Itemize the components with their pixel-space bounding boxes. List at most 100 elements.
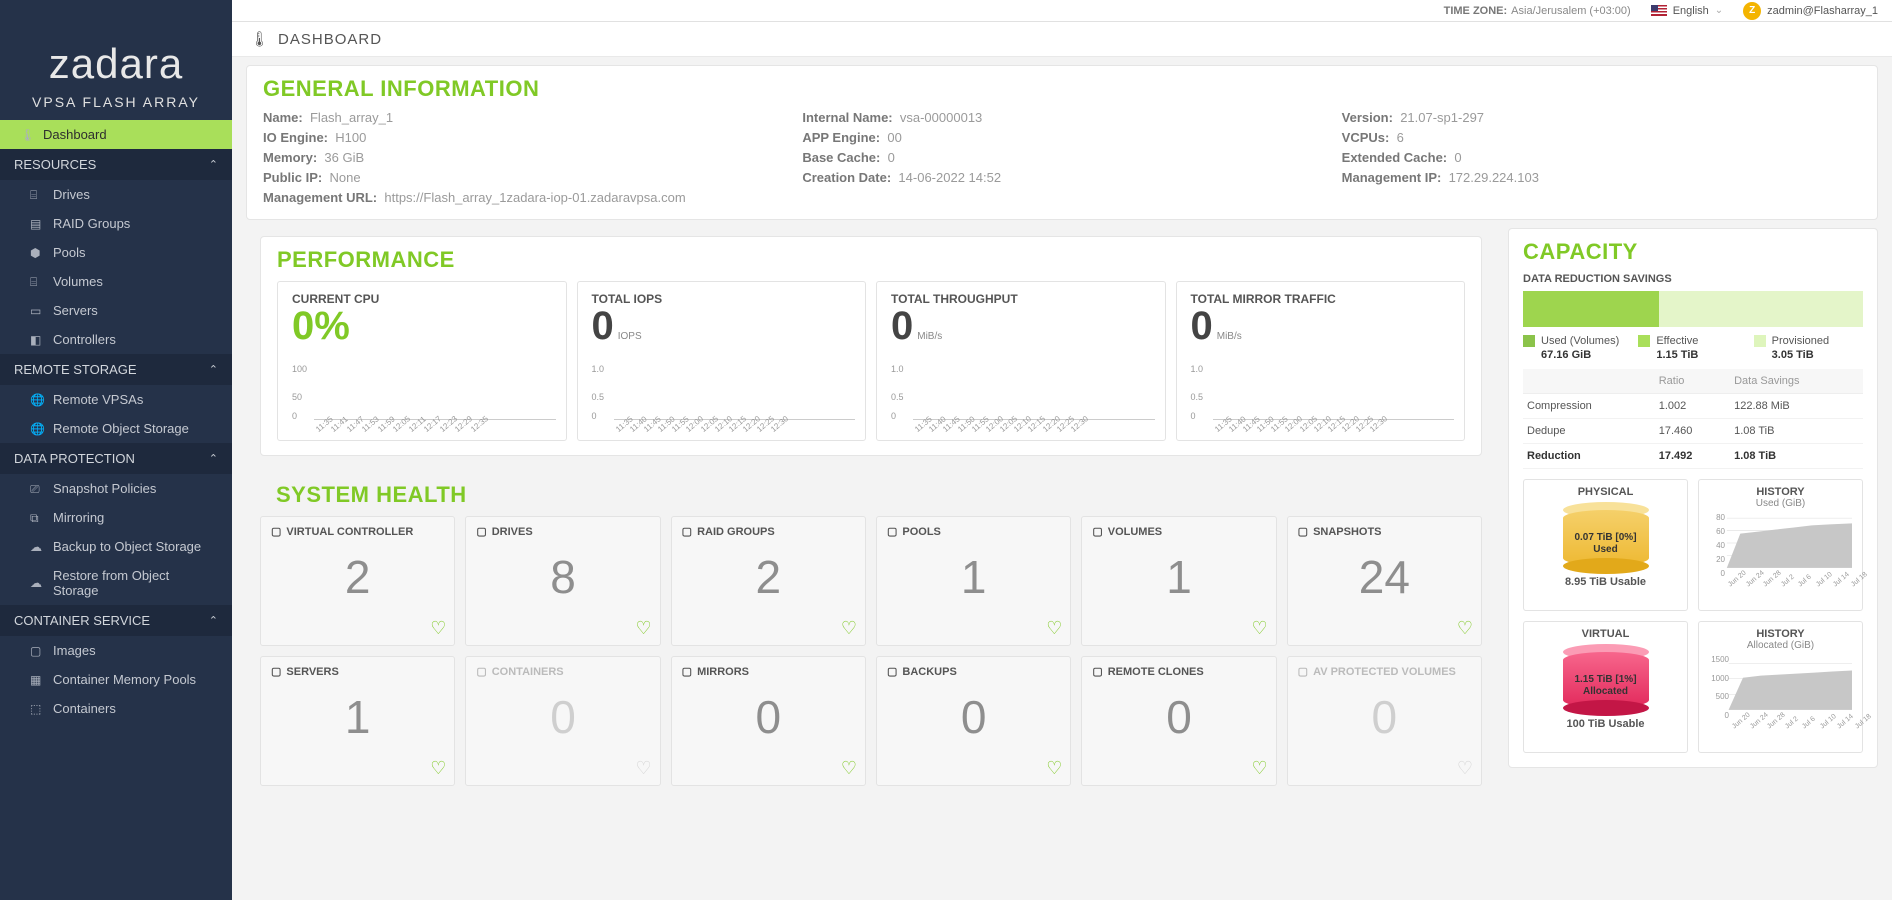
health-card-9[interactable]: ▢ BACKUPS 0 ♡ <box>876 656 1071 786</box>
health-value: 0 <box>682 690 855 744</box>
nav-raid[interactable]: ▤RAID Groups <box>0 209 232 238</box>
ratio-ratio: 1.002 <box>1655 394 1730 419</box>
nav-section-resources[interactable]: RESOURCES ⌃ <box>0 149 232 180</box>
nav-servers[interactable]: ▭Servers <box>0 296 232 325</box>
ytick: 20 <box>1716 555 1725 564</box>
health-title: ▢ POOLS <box>887 525 1060 538</box>
virtual-card[interactable]: VIRTUAL 1.15 TiB [1%]Allocated 100 TiB U… <box>1523 621 1688 753</box>
nav-remote-obj[interactable]: 🌐Remote Object Storage <box>0 414 232 443</box>
nav-section-dataprot[interactable]: DATA PROTECTION⌃ <box>0 443 232 474</box>
health-card-8[interactable]: ▢ MIRRORS 0 ♡ <box>671 656 866 786</box>
brand: zadara <box>0 40 232 88</box>
health-title: ▢ AV PROTECTED VOLUMES <box>1298 665 1471 678</box>
performance-card: PERFORMANCE CURRENT CPU 0% 100 50 0 11:3… <box>260 236 1482 456</box>
logo-block: zadara VPSA FLASH ARRAY <box>0 0 232 120</box>
timezone-display: TIME ZONE: Asia/Jerusalem (+03:00) <box>1444 5 1631 17</box>
legend-name: Provisioned <box>1772 335 1829 347</box>
health-card-10[interactable]: ▢ REMOTE CLONES 0 ♡ <box>1081 656 1276 786</box>
ratio-ratio: 17.492 <box>1655 444 1730 469</box>
nav-section-container[interactable]: CONTAINER SERVICE⌃ <box>0 605 232 636</box>
chevron-up-icon: ⌃ <box>209 158 218 171</box>
health-card-2[interactable]: ▢ RAID GROUPS 2 ♡ <box>671 516 866 646</box>
virtual-sub: 100 TiB Usable <box>1530 718 1681 730</box>
heart-icon: ♡ <box>1252 758 1268 779</box>
nav-drives[interactable]: ⌸Drives <box>0 180 232 209</box>
health-card-3[interactable]: ▢ POOLS 1 ♡ <box>876 516 1071 646</box>
nav-snapshot-policies[interactable]: ⎚Snapshot Policies <box>0 474 232 503</box>
nav-section-remote[interactable]: REMOTE STORAGE ⌃ <box>0 354 232 385</box>
nav-images[interactable]: ▢Images <box>0 636 232 665</box>
ytick: 50 <box>292 392 302 402</box>
physical-label1: 0.07 TiB [0%] <box>1574 532 1636 543</box>
globe-icon: 🌐 <box>30 422 44 436</box>
perf-card-3[interactable]: TOTAL MIRROR TRAFFIC 0MiB/s 1.0 0.5 0 11… <box>1176 281 1466 441</box>
history-alloc-card[interactable]: HISTORY Allocated (GiB) 150010005000 Jun… <box>1698 621 1863 753</box>
legend-name: Used (Volumes) <box>1541 335 1619 347</box>
physical-card[interactable]: PHYSICAL 0.07 TiB [0%]Used 8.95 TiB Usab… <box>1523 479 1688 611</box>
user-menu[interactable]: Z zadmin@Flasharray_1 <box>1743 2 1878 20</box>
health-card-7[interactable]: ▢ CONTAINERS 0 ♡ <box>465 656 660 786</box>
chevron-down-icon: ⌄ <box>1715 5 1723 16</box>
pool-icon: ⬢ <box>30 246 44 260</box>
perf-value: 0 <box>891 304 913 348</box>
hist1-title: HISTORY <box>1705 486 1856 498</box>
nav-cmp[interactable]: ▦Container Memory Pools <box>0 665 232 694</box>
nav-backup-os[interactable]: ☁Backup to Object Storage <box>0 532 232 561</box>
heart-icon: ♡ <box>841 618 857 639</box>
tile-icon: ▢ <box>1092 525 1102 538</box>
chevron-up-icon: ⌃ <box>209 452 218 465</box>
xtick: Jul 6 <box>1797 573 1813 588</box>
nav-dashboard[interactable]: 🌡 Dashboard <box>0 120 232 149</box>
nav-restore-os[interactable]: ☁Restore from Object Storage <box>0 561 232 605</box>
legend-value: 1.15 TiB <box>1656 349 1747 361</box>
health-card-6[interactable]: ▢ SERVERS 1 ♡ <box>260 656 455 786</box>
nav-remote-vpsas[interactable]: 🌐Remote VPSAs <box>0 385 232 414</box>
tile-icon: ▢ <box>1092 665 1102 678</box>
health-title: ▢ CONTAINERS <box>476 665 649 678</box>
nav-pools[interactable]: ⬢Pools <box>0 238 232 267</box>
health-card-11[interactable]: ▢ AV PROTECTED VOLUMES 0 ♡ <box>1287 656 1482 786</box>
perf-card-2[interactable]: TOTAL THROUGHPUT 0MiB/s 1.0 0.5 0 11:351… <box>876 281 1166 441</box>
ytick: 1500 <box>1711 655 1729 664</box>
nav-section-resources-label: RESOURCES <box>14 157 96 172</box>
virtual-cylinder-icon: 1.15 TiB [1%]Allocated <box>1563 644 1649 716</box>
health-card-5[interactable]: ▢ SNAPSHOTS 24 ♡ <box>1287 516 1482 646</box>
health-card-1[interactable]: ▢ DRIVES 8 ♡ <box>465 516 660 646</box>
nav-section-container-label: CONTAINER SERVICE <box>14 613 150 628</box>
physical-sub: 8.95 TiB Usable <box>1530 576 1681 588</box>
gi-io-label: IO Engine: <box>263 130 328 145</box>
gi-extcache-value: 0 <box>1454 150 1461 165</box>
language-selector[interactable]: English ⌄ <box>1651 5 1723 17</box>
health-card-0[interactable]: ▢ VIRTUAL CONTROLLER 2 ♡ <box>260 516 455 646</box>
nav-snap-pol-label: Snapshot Policies <box>53 481 156 496</box>
perf-chart: 100 50 0 11:3511:4111:4711:5311:5912:051… <box>292 364 556 436</box>
ytick: 1.0 <box>592 364 605 374</box>
nav-section-remote-label: REMOTE STORAGE <box>14 362 137 377</box>
gi-cdate-label: Creation Date: <box>802 170 891 185</box>
globe-icon: 🌐 <box>30 393 44 407</box>
health-card-4[interactable]: ▢ VOLUMES 1 ♡ <box>1081 516 1276 646</box>
gi-pubip-value: None <box>329 170 360 185</box>
health-grid: ▢ VIRTUAL CONTROLLER 2 ♡ ▢ DRIVES 8 ♡ ▢ … <box>260 516 1482 786</box>
nav-containers[interactable]: ⬚Containers <box>0 694 232 723</box>
gi-mgmturl-label: Management URL: <box>263 190 377 205</box>
gi-basecache-value: 0 <box>888 150 895 165</box>
nav-mirroring[interactable]: ⧉Mirroring <box>0 503 232 532</box>
physical-cylinder-icon: 0.07 TiB [0%]Used <box>1563 502 1649 574</box>
nav-controllers[interactable]: ◧Controllers <box>0 325 232 354</box>
perf-card-0[interactable]: CURRENT CPU 0% 100 50 0 11:3511:4111:471… <box>277 281 567 441</box>
nav-mirroring-label: Mirroring <box>53 510 104 525</box>
health-title: ▢ RAID GROUPS <box>682 525 855 538</box>
chevron-up-icon: ⌃ <box>209 363 218 376</box>
history-used-card[interactable]: HISTORY Used (GiB) 806040200 Jun 20Jun 2… <box>1698 479 1863 611</box>
perf-card-1[interactable]: TOTAL IOPS 0IOPS 1.0 0.5 0 11:3511:4011:… <box>577 281 867 441</box>
thermometer-icon: 🌡 <box>250 30 270 48</box>
ytick: 0 <box>592 411 597 421</box>
xtick: Jul 2 <box>1780 573 1796 588</box>
xtick: Jul 18 <box>1850 571 1869 588</box>
ratio-row-2: Reduction 17.492 1.08 TiB <box>1523 444 1863 469</box>
nav-volumes[interactable]: ⌸Volumes <box>0 267 232 296</box>
product-subtitle: VPSA FLASH ARRAY <box>0 94 232 110</box>
raid-icon: ▤ <box>30 217 44 231</box>
cloud-up-icon: ☁ <box>30 540 44 554</box>
